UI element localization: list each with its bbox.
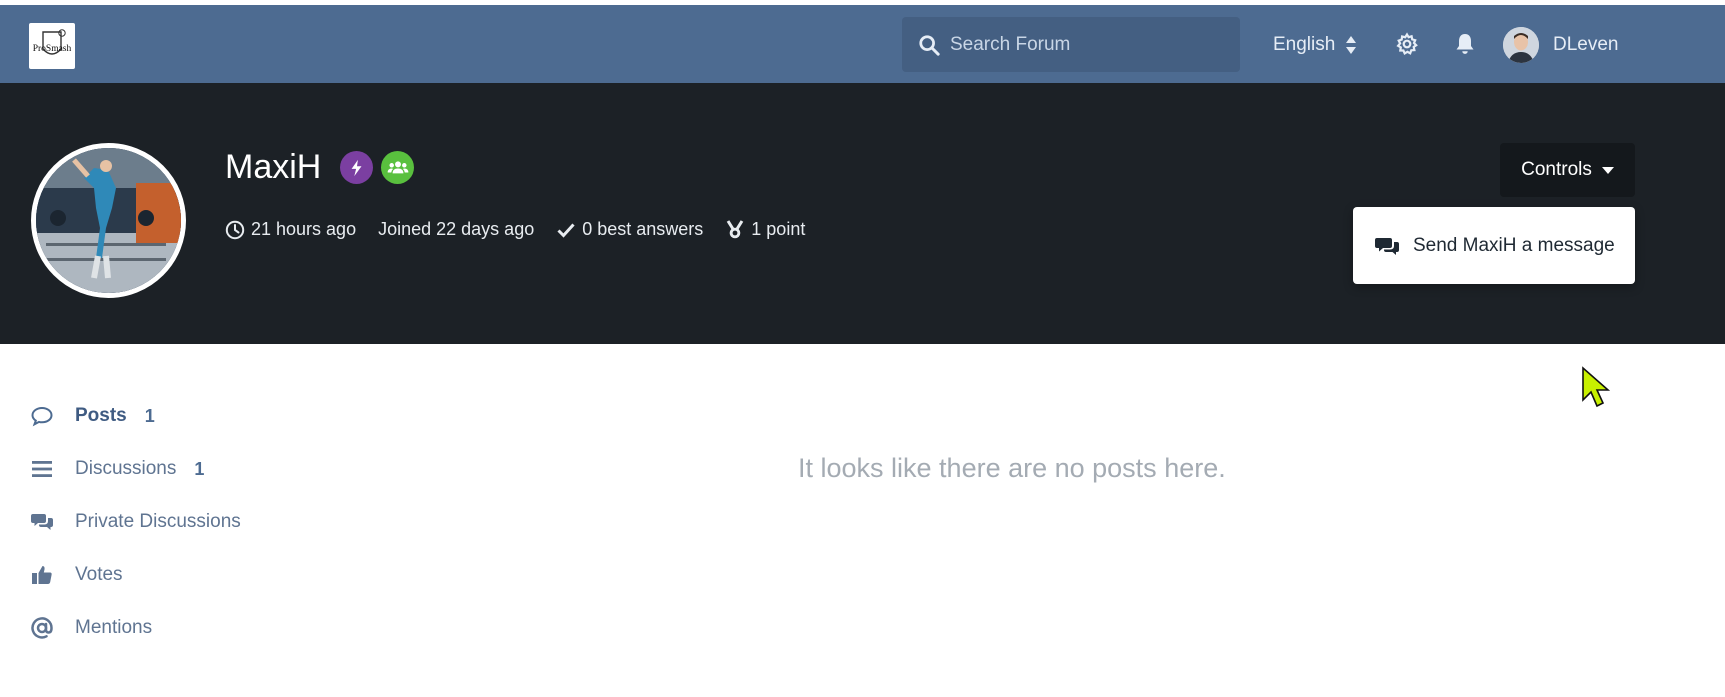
language-label: English [1273,34,1336,55]
sidebar-item-label: Mentions [75,617,153,638]
sidebar-item-posts[interactable]: Posts 1 [30,402,155,430]
sort-icon [1346,36,1357,54]
joined-text: Joined 22 days ago [378,219,535,239]
sidebar-item-discussions[interactable]: Discussions 1 [30,455,204,483]
user-avatar [1503,27,1539,63]
last-seen: 21 hours ago [225,219,356,240]
clock-icon [225,220,245,239]
send-message-label: Send MaxiH a message [1413,234,1615,256]
user-menu[interactable]: DLeven [1503,27,1619,63]
search-placeholder: Search Forum [950,34,1071,55]
comment-icon [31,406,53,427]
profile-username: MaxiH [225,148,322,186]
sidebar-item-label: Posts [75,405,127,426]
sidebar-item-count: 1 [194,458,205,479]
gear-icon[interactable] [1395,32,1419,56]
user-name: DLeven [1553,34,1619,55]
search-icon [919,35,940,56]
points: 1 point [725,219,805,240]
profile-meta: 21 hours ago Joined 22 days ago 0 best a… [225,219,827,240]
controls-dropdown-item[interactable]: Send MaxiH a message [1353,207,1635,284]
controls-button[interactable]: Controls [1500,143,1635,197]
check-icon [557,222,575,238]
best-answers: 0 best answers [556,219,703,240]
sidebar-item-label: Private Discussions [75,511,241,532]
controls-label: Controls [1521,159,1592,180]
search-input[interactable]: Search Forum [902,17,1240,72]
medal-icon [727,219,744,238]
header: ProSmash Search Forum English DLeven [0,5,1725,83]
language-selector[interactable]: English [1273,32,1357,58]
bell-icon[interactable] [1453,32,1477,56]
last-seen-text: 21 hours ago [251,219,357,239]
empty-posts-message: It looks like there are no posts here. [798,453,1226,483]
badge-bolt[interactable] [340,151,373,184]
svg-text:ProSmash: ProSmash [33,44,72,54]
comments-icon [1375,237,1399,255]
mouse-cursor-icon [1582,366,1611,408]
sidebar-item-votes[interactable]: Votes [30,561,123,589]
best-answers-text: 0 best answers [582,219,704,239]
profile-hero: MaxiH 21 hours ago Joined 22 days ago 0 … [0,83,1725,408]
points-text: 1 point [751,219,806,239]
sidebar-item-private-discussions[interactable]: Private Discussions [30,508,241,536]
badge-users[interactable] [381,151,414,184]
caret-down-icon [1601,166,1614,174]
profile-avatar [31,143,186,298]
sidebar-item-count: 1 [144,405,155,426]
at-icon [31,617,53,639]
users-icon [387,160,408,173]
thumbs-up-icon [32,566,52,584]
site-logo[interactable]: ProSmash [29,23,75,69]
bolt-icon [351,159,361,176]
sidebar-item-mentions[interactable]: Mentions [30,614,152,642]
joined-date: Joined 22 days ago [378,219,534,240]
list-icon [32,461,52,477]
sidebar-item-label: Votes [75,564,123,585]
sidebar-item-label: Discussions [75,458,177,479]
comments-icon [31,514,53,530]
